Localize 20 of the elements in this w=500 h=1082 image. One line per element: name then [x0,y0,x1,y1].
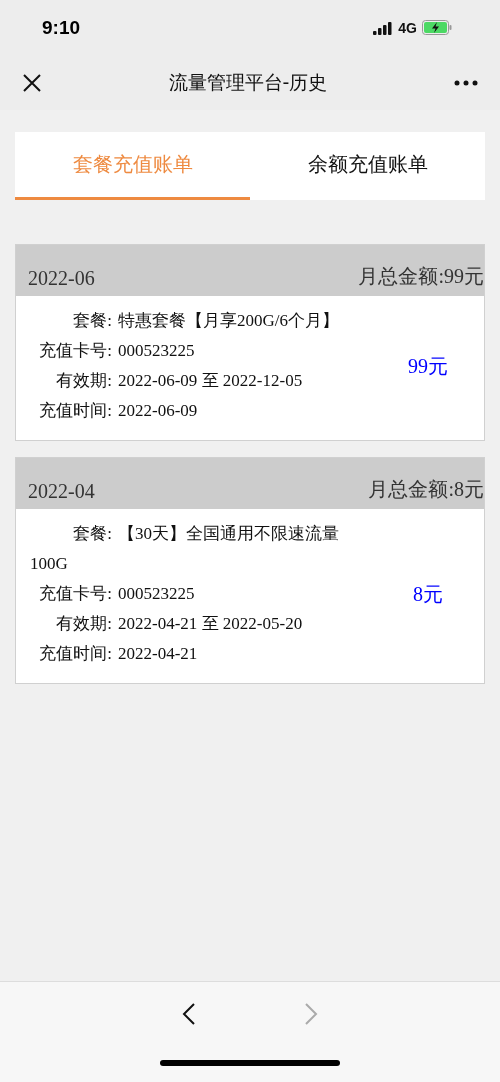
bill-field: 套餐: 特惠套餐【月享200G/6个月】 [30,306,372,336]
month-total: 月总金额:8元 [368,477,484,502]
close-icon[interactable] [22,72,42,93]
bill-field: 套餐: 【30天】全国通用不限速流量100G [30,519,372,579]
signal-icon [373,20,394,35]
page-title: 流量管理平台-历史 [168,69,328,95]
more-icon[interactable] [454,79,478,86]
bill-field: 充值时间: 2022-04-21 [30,639,372,669]
bill-field: 有效期: 2022-06-09 至 2022-12-05 [30,366,372,396]
bill-month: 2022-04 [28,480,95,503]
bill-amount: 99元 [407,353,449,379]
bill-month: 2022-06 [28,267,95,290]
bill-amount: 8元 [412,581,444,607]
bill-field: 充值卡号: 000523225 [30,579,372,609]
month-total: 月总金额:99元 [358,264,484,289]
bill-field: 有效期: 2022-04-21 至 2022-05-20 [30,609,372,639]
network-label: 4G [398,19,417,36]
status-time: 9:10 [42,16,81,39]
bill-field: 充值时间: 2022-06-09 [30,396,372,426]
bill-field: 充值卡号: 000523225 [30,336,372,366]
